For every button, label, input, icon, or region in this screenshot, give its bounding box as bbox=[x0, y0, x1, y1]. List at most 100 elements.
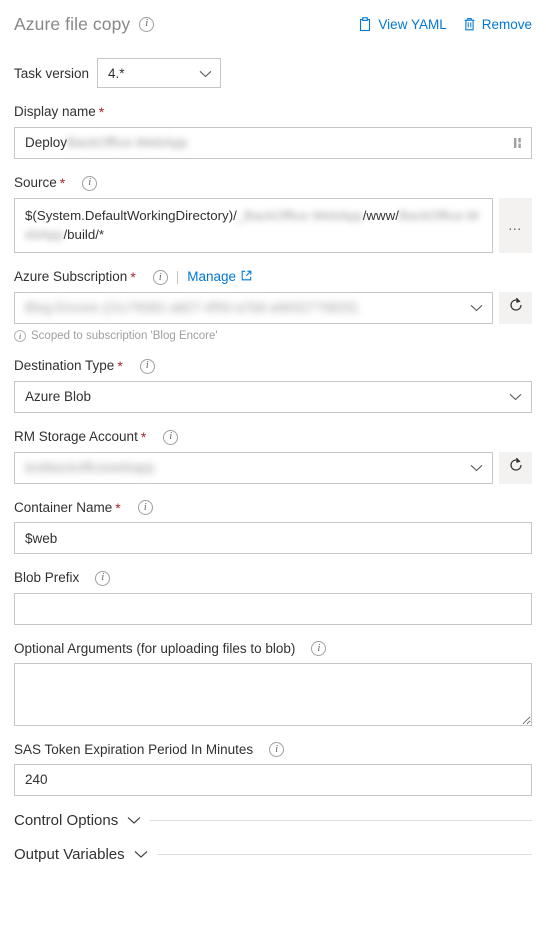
display-name-value: Deploy bbox=[25, 135, 68, 151]
required-marker: * bbox=[59, 174, 66, 191]
sas-token-control: 240 bbox=[14, 763, 532, 796]
required-marker: * bbox=[115, 499, 121, 516]
container-name-label-row: Container Name * i bbox=[14, 500, 532, 517]
blob-prefix-field: Blob Prefix i bbox=[14, 570, 532, 625]
header-actions: View YAML Remove bbox=[358, 17, 532, 32]
display-name-control: Deploy BackOffice.WebApp bbox=[14, 126, 532, 159]
optional-arguments-textarea[interactable] bbox=[14, 662, 532, 726]
rm-storage-account-info-icon[interactable]: i bbox=[163, 429, 179, 445]
source-value-part1: $(System.DefaultWorkingDirectory)/ bbox=[25, 207, 237, 223]
rm-storage-account-label: RM Storage Account bbox=[14, 429, 138, 445]
source-value-part3: /build/* bbox=[63, 226, 105, 242]
divider bbox=[150, 820, 532, 822]
display-name-input-wrap: Deploy BackOffice.WebApp bbox=[14, 126, 532, 159]
chevron-down-icon bbox=[127, 812, 141, 830]
source-input[interactable]: $(System.DefaultWorkingDirectory)/_BackO… bbox=[14, 197, 493, 254]
source-field: Source * i $(System.DefaultWorkingDirect… bbox=[14, 175, 532, 254]
task-version-label: Task version bbox=[14, 65, 90, 81]
container-name-label: Container Name bbox=[14, 499, 113, 515]
blob-prefix-input[interactable] bbox=[14, 592, 532, 625]
divider bbox=[156, 854, 532, 856]
section-output-variables[interactable]: Output Variables bbox=[14, 846, 532, 864]
rm-storage-account-select[interactable]: testbackofficewebapp bbox=[14, 451, 493, 484]
source-label-row: Source * i bbox=[14, 175, 532, 192]
chevron-down-icon bbox=[134, 846, 148, 864]
azure-subscription-control: Blog Encore (21c76081-a827-4f50-a7b6-a99… bbox=[14, 291, 532, 324]
destination-type-label-row: Destination Type * i bbox=[14, 358, 532, 375]
display-name-label: Display name bbox=[14, 104, 96, 120]
chevron-down-icon bbox=[470, 460, 483, 475]
azure-subscription-label-row: Azure Subscription * i | Manage bbox=[14, 269, 532, 286]
title-group: Azure file copy i bbox=[14, 14, 155, 35]
view-yaml-label: View YAML bbox=[378, 16, 447, 32]
container-name-input[interactable]: $web bbox=[14, 522, 532, 555]
rm-storage-account-field: RM Storage Account * i testbackofficeweb… bbox=[14, 429, 532, 484]
source-value-redacted1: _BackOffice.WebApp bbox=[236, 207, 363, 223]
destination-type-info-icon[interactable]: i bbox=[139, 358, 155, 374]
required-marker: * bbox=[98, 104, 105, 120]
remove-button[interactable]: Remove bbox=[463, 17, 532, 32]
optional-arguments-info-icon[interactable]: i bbox=[311, 641, 327, 657]
trash-icon bbox=[463, 17, 476, 32]
azure-subscription-info-icon[interactable]: i bbox=[152, 270, 168, 286]
azure-subscription-value: Blog Encore (21c76081-a827-4f50-a7b6-a99… bbox=[25, 300, 358, 316]
task-info-icon[interactable]: i bbox=[139, 16, 155, 32]
azure-subscription-label: Azure Subscription bbox=[14, 269, 128, 285]
container-name-field: Container Name * i $web bbox=[14, 500, 532, 555]
remove-label: Remove bbox=[481, 16, 532, 32]
scope-info-icon: i bbox=[14, 329, 26, 342]
refresh-icon bbox=[508, 297, 524, 318]
blob-prefix-label-row: Blob Prefix i bbox=[14, 570, 532, 586]
sas-token-input[interactable]: 240 bbox=[14, 763, 532, 796]
view-yaml-button[interactable]: View YAML bbox=[358, 16, 447, 32]
optional-arguments-field: Optional Arguments (for uploading files … bbox=[14, 641, 532, 726]
refresh-icon bbox=[508, 457, 524, 478]
source-info-icon[interactable]: i bbox=[82, 175, 98, 191]
destination-type-label: Destination Type bbox=[14, 358, 115, 374]
destination-type-control: Azure Blob bbox=[14, 380, 532, 413]
sas-token-label: SAS Token Expiration Period In Minutes bbox=[14, 741, 254, 757]
external-link-icon bbox=[241, 269, 252, 285]
rm-storage-account-refresh-button[interactable] bbox=[499, 451, 532, 484]
sas-token-label-row: SAS Token Expiration Period In Minutes i bbox=[14, 742, 532, 758]
task-version-row: Task version 4.* bbox=[14, 58, 532, 88]
clipboard-icon bbox=[358, 16, 372, 32]
scope-helper-text: Scoped to subscription 'Blog Encore' bbox=[31, 329, 218, 342]
required-marker: * bbox=[130, 269, 136, 286]
source-label: Source bbox=[14, 175, 57, 191]
chevron-down-icon bbox=[470, 300, 483, 315]
task-version-value: 4.* bbox=[108, 65, 125, 81]
container-name-info-icon[interactable]: i bbox=[137, 500, 153, 516]
variable-picker-icon[interactable] bbox=[513, 136, 525, 150]
display-name-label-row: Display name * bbox=[14, 104, 532, 121]
azure-subscription-select[interactable]: Blog Encore (21c76081-a827-4f50-a7b6-a99… bbox=[14, 291, 493, 324]
blob-prefix-info-icon[interactable]: i bbox=[95, 570, 111, 586]
display-name-input[interactable]: Deploy BackOffice.WebApp bbox=[14, 126, 532, 159]
azure-subscription-helper: i Scoped to subscription 'Blog Encore' bbox=[14, 329, 532, 342]
rm-storage-account-value: testbackofficewebapp bbox=[25, 460, 155, 476]
destination-type-field: Destination Type * i Azure Blob bbox=[14, 358, 532, 413]
sas-token-info-icon[interactable]: i bbox=[269, 742, 285, 758]
destination-type-select[interactable]: Azure Blob bbox=[14, 380, 532, 413]
panel-header: Azure file copy i View YAML Remove bbox=[14, 0, 532, 40]
display-name-value-redacted: BackOffice.WebApp bbox=[67, 135, 188, 151]
required-marker: * bbox=[140, 428, 147, 445]
output-variables-label: Output Variables bbox=[14, 846, 125, 864]
azure-subscription-refresh-button[interactable] bbox=[499, 291, 532, 324]
chevron-down-icon bbox=[509, 389, 522, 404]
manage-label: Manage bbox=[187, 269, 237, 285]
manage-link[interactable]: Manage bbox=[187, 269, 252, 285]
section-control-options[interactable]: Control Options bbox=[14, 812, 532, 830]
task-version-select[interactable]: 4.* bbox=[97, 58, 222, 88]
rm-storage-account-control: testbackofficewebapp bbox=[14, 451, 532, 484]
rm-storage-account-label-row: RM Storage Account * i bbox=[14, 429, 532, 446]
source-value-part2: /www/ bbox=[362, 207, 399, 223]
azure-subscription-field: Azure Subscription * i | Manage Blog Enc… bbox=[14, 269, 532, 342]
control-options-label: Control Options bbox=[14, 812, 119, 830]
divider: | bbox=[175, 269, 180, 285]
source-browse-button[interactable]: … bbox=[499, 197, 532, 254]
optional-arguments-label: Optional Arguments (for uploading files … bbox=[14, 640, 296, 656]
destination-type-value: Azure Blob bbox=[25, 389, 92, 405]
display-name-field: Display name * Deploy BackOffice.WebApp bbox=[14, 104, 532, 159]
task-editor-panel: Azure file copy i View YAML Remove Task … bbox=[0, 0, 546, 936]
